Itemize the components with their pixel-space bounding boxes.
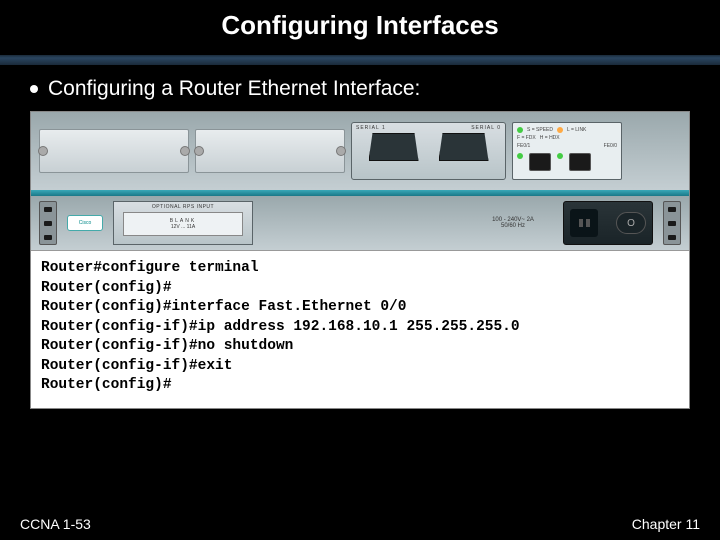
title-divider (0, 55, 720, 65)
hdx-label: H = HDX (540, 135, 560, 141)
power-module: O (563, 201, 653, 245)
link-label: L = LINK (567, 127, 586, 133)
terminal-line: Router(config-if)#exit (41, 357, 679, 377)
fdx-label: F = FDX (517, 135, 536, 141)
bullet-icon (30, 85, 38, 93)
blank-slot-1 (39, 129, 189, 173)
rps-amp-text: 12V ... 11A (171, 224, 195, 230)
speed-label: S = SPEED (527, 127, 553, 133)
led-icon (557, 127, 563, 133)
ethernet-status-module: S = SPEED L = LINK F = FDX H = HDX FE0/1… (512, 122, 622, 180)
content-area: SERIAL 1 SERIAL 0 S = SPEED L = LINK (30, 111, 690, 409)
ethernet-ports (517, 153, 617, 171)
serial0-label: SERIAL 0 (471, 125, 501, 131)
terminal-line: Router(config)# (41, 376, 679, 396)
rps-module: OPTIONAL RPS INPUT BLANK 12V ... 11A (113, 201, 253, 245)
terminal-line: Router(config)#interface Fast.Ethernet 0… (41, 298, 679, 318)
slide-footer: CCNA 1-53 Chapter 11 (0, 516, 720, 532)
terminal-line: Router(config)# (41, 279, 679, 299)
bullet-item: Configuring a Router Ethernet Interface: (0, 77, 720, 111)
rps-blank-plate: BLANK 12V ... 11A (123, 212, 244, 236)
terminal-line: Router(config-if)#no shutdown (41, 337, 679, 357)
power-spec: 100 - 240V~ 2A 50/60 Hz (473, 217, 553, 229)
slide-title: Configuring Interfaces (0, 10, 720, 41)
serial1-label: SERIAL 1 (356, 125, 386, 131)
cisco-logo: Cisco (67, 215, 103, 231)
title-area: Configuring Interfaces (0, 0, 720, 47)
rack-bracket-right (663, 201, 681, 245)
slide-container: Configuring Interfaces Configuring a Rou… (0, 0, 720, 540)
serial-module: SERIAL 1 SERIAL 0 (351, 122, 506, 180)
footer-right: Chapter 11 (632, 516, 700, 532)
power-socket-icon (570, 209, 598, 237)
router-bottom-row: Cisco OPTIONAL RPS INPUT BLANK 12V ... 1… (31, 196, 689, 250)
power-switch-icon: O (616, 212, 646, 234)
serial-connectors (356, 133, 501, 161)
ethernet-port-fe00 (569, 153, 591, 171)
serial-port-1 (369, 133, 419, 161)
footer-left: CCNA 1-53 (20, 516, 91, 532)
blank-slot-2 (195, 129, 345, 173)
led-icon (557, 153, 563, 159)
router-image: SERIAL 1 SERIAL 0 S = SPEED L = LINK (31, 112, 689, 251)
terminal-output: Router#configure terminal Router(config)… (31, 251, 689, 408)
fe01-label: FE0/1 (517, 143, 530, 149)
terminal-line: Router(config-if)#ip address 192.168.10.… (41, 318, 679, 338)
led-icon (517, 153, 523, 159)
router-top-row: SERIAL 1 SERIAL 0 S = SPEED L = LINK (31, 112, 689, 190)
rack-bracket-left (39, 201, 57, 245)
fe00-label: FE0/0 (604, 143, 617, 149)
rps-label: OPTIONAL RPS INPUT (152, 204, 214, 210)
bullet-text: Configuring a Router Ethernet Interface: (48, 77, 420, 101)
led-icon (517, 127, 523, 133)
ethernet-port-fe01 (529, 153, 551, 171)
power-spec-line2: 50/60 Hz (473, 223, 553, 229)
terminal-line: Router#configure terminal (41, 259, 679, 279)
serial-port-0 (439, 133, 489, 161)
